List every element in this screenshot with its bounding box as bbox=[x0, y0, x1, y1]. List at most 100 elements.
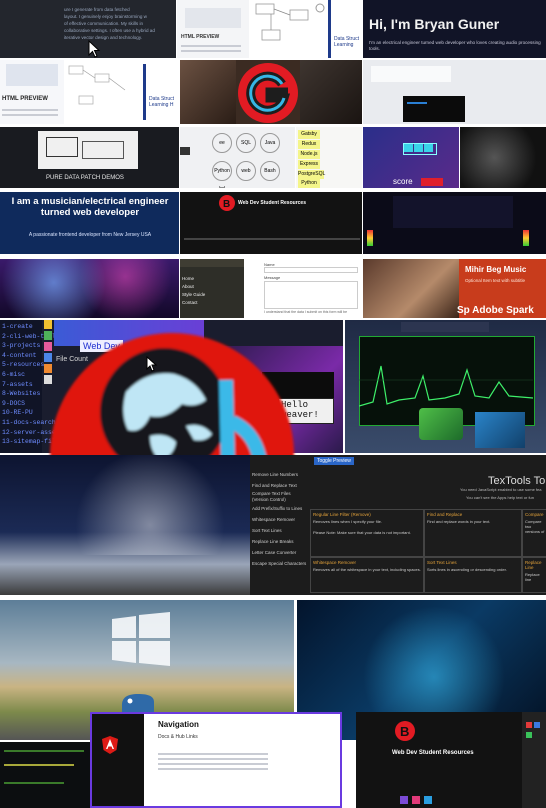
skill-circle: ee bbox=[212, 133, 232, 153]
thumb-dark-arcade[interactable] bbox=[363, 192, 546, 254]
svg-text:B: B bbox=[400, 724, 409, 739]
bryan-title: Hi, I'm Bryan Guner bbox=[369, 16, 500, 32]
thumb-dark-app[interactable] bbox=[363, 60, 546, 124]
tool-card-body: Replace line bbox=[525, 572, 540, 582]
menu-link: Style Guide bbox=[182, 292, 206, 297]
angular-logo-icon bbox=[102, 736, 118, 754]
b-logo-icon: B bbox=[219, 195, 235, 211]
thumb-musician-hero[interactable]: I am a musician/electrical engineer turn… bbox=[0, 192, 179, 254]
tool-card[interactable]: Sort Text Lines Sorts lines in ascending… bbox=[424, 557, 522, 593]
web-dev-title: Web Dev Student Resources bbox=[238, 200, 306, 206]
thumb-portfolio-description[interactable]: ure I generate from data fetched layout.… bbox=[0, 0, 176, 58]
texttools-menu-item[interactable]: Letter Case Converter bbox=[252, 547, 308, 558]
thumb-photo-collage-logo[interactable] bbox=[180, 60, 362, 124]
tool-card[interactable]: Replace Line Replace line bbox=[522, 557, 546, 593]
web-dev-title: Web Dev Student Resources bbox=[392, 750, 474, 756]
texttools-menu-item[interactable]: Compare Text Files (Version Control) bbox=[252, 491, 308, 503]
mihir-title: Mihir Beg Music bbox=[465, 265, 527, 274]
score-label: score bbox=[393, 177, 413, 186]
pure-data-caption: PURE DATA PATCH DEMOS bbox=[46, 175, 124, 181]
texttools-menu-item[interactable]: Replace Line Breaks bbox=[252, 536, 308, 547]
texttools-notice: You can't see the Apps help text or fun bbox=[466, 495, 534, 500]
tech-tag: Python bbox=[298, 179, 320, 188]
tab-toggle-preview[interactable]: Toggle Preview bbox=[314, 457, 354, 465]
b-logo-icon: B bbox=[395, 721, 415, 741]
thumb-data-structures-page[interactable]: Data Struct Learning H bbox=[65, 60, 179, 124]
thumb-concert[interactable] bbox=[0, 259, 179, 318]
navigation-title: Navigation bbox=[158, 720, 199, 729]
thumb-navigation-doc[interactable]: Navigation Docs & Hub Links bbox=[90, 712, 342, 808]
skill-circle: Python hd bbox=[212, 161, 232, 188]
thumb-line-chart[interactable] bbox=[345, 320, 546, 453]
thumb-terminal-dark[interactable] bbox=[0, 742, 90, 808]
thumb-html-preview[interactable]: HTML PREVIEW bbox=[0, 60, 64, 124]
tool-card-title: Replace Line bbox=[525, 560, 542, 570]
data-structures-label: Data Struct Learning H bbox=[149, 96, 175, 108]
texttools-menu-item[interactable]: Remove Line Numbers bbox=[252, 469, 308, 480]
thumb-score-game[interactable]: score bbox=[363, 127, 459, 188]
tool-card[interactable]: Whitespace Remover Removes all of the wh… bbox=[310, 557, 424, 593]
form-label: Message bbox=[264, 275, 281, 280]
description-line: collaborative settings. I often use a hy… bbox=[64, 28, 155, 33]
thumb-web-dev-resources-page[interactable]: B Web Dev Student Resources bbox=[356, 712, 522, 808]
binary-digits bbox=[447, 606, 455, 617]
tool-card-note: Please Note: Make sure that your data is… bbox=[313, 530, 411, 535]
tool-card-title: Compare bbox=[525, 512, 544, 517]
skill-circle: SQL bbox=[236, 133, 256, 153]
diagram-graphic bbox=[68, 65, 126, 105]
description-line: iterative vector design and technology. bbox=[64, 35, 143, 40]
thumb-mihir-beg-music[interactable]: Mihir Beg Music Optional Item text with … bbox=[363, 259, 546, 318]
description-line: ure I generate from data fetched bbox=[64, 7, 130, 12]
html-preview-title: HTML PREVIEW bbox=[2, 96, 48, 102]
thumb-night-road[interactable] bbox=[0, 455, 250, 595]
thumb-texttools[interactable]: Toggle Preview TexTools To You need Java… bbox=[250, 455, 546, 595]
thumb-diagram-data-structures[interactable]: Data Struct Learning bbox=[250, 0, 362, 58]
tool-card[interactable]: Find and Replace Find and replace words … bbox=[424, 509, 522, 557]
texttools-menu-item[interactable]: Escape Special Characters bbox=[252, 558, 308, 569]
tech-tag: Gatsby bbox=[298, 130, 320, 139]
thumb-web-dev-resources[interactable]: B Web Dev Student Resources bbox=[180, 192, 362, 254]
texttools-menu-item[interactable]: Whitespace Remover bbox=[252, 514, 308, 525]
tool-card-title: Sort Text Lines bbox=[427, 560, 457, 565]
texttools-menu-item[interactable]: Sort Text Lines bbox=[252, 525, 308, 536]
texttools-notice: You need JavaScript enabled to use some … bbox=[460, 487, 542, 492]
html-preview-label: HTML PREVIEW bbox=[181, 34, 220, 40]
menu-link: Home bbox=[182, 276, 195, 281]
tech-tag: Express bbox=[298, 160, 320, 169]
thumb-color-swatches[interactable] bbox=[522, 712, 546, 808]
thumb-pure-data-patch[interactable]: PURE DATA PATCH DEMOS bbox=[0, 127, 179, 188]
tech-tag: Node.js bbox=[298, 150, 320, 159]
form-note: I understand that the data I submit on t… bbox=[264, 310, 348, 314]
tool-card-title: Whitespace Remover bbox=[313, 560, 357, 565]
tech-tag: Redux bbox=[298, 140, 320, 149]
thumb-galaxy[interactable] bbox=[460, 127, 546, 188]
thumb-bryan-guner-hero[interactable]: Hi, I'm Bryan Guner I'm an electrical en… bbox=[363, 0, 546, 58]
g-logo-icon bbox=[238, 63, 298, 123]
skill-circle: web bbox=[236, 161, 256, 181]
tool-card[interactable]: Regular Line Filter (Remove) Removes lin… bbox=[310, 509, 424, 557]
description-line: layout. I genuinely enjoy brainstorming … bbox=[64, 14, 147, 19]
tech-tag: PostgreSQL bbox=[298, 170, 326, 179]
adobe-spark-label: Sp Adobe Spark bbox=[457, 305, 534, 316]
tool-card-title: Find and Replace bbox=[427, 512, 463, 517]
thumb-menu-page[interactable]: Home About Style Guide Contact bbox=[180, 259, 244, 318]
thumb-html-preview-small[interactable]: HTML PREVIEW bbox=[177, 0, 249, 58]
thumb-contact-form[interactable]: Name Message I understand that the data … bbox=[246, 259, 362, 318]
texttools-title: TexTools To bbox=[488, 475, 546, 487]
bryan-subtitle: I'm an electrical engineer turned web de… bbox=[369, 40, 541, 51]
svg-text:B: B bbox=[223, 199, 230, 210]
mihir-subtitle: Optional Item text with subtitle bbox=[465, 278, 526, 283]
skill-circle: Java bbox=[260, 133, 280, 153]
skill-circle: Bash bbox=[260, 161, 280, 181]
texttools-menu-item[interactable]: Add Prefix/Suffix to Lines bbox=[252, 503, 308, 514]
tool-card-body: Find and replace words in your text. bbox=[427, 519, 491, 524]
thumb-tech-tags[interactable]: Gatsby Redux Node.js Express PostgreSQL … bbox=[296, 127, 362, 188]
thumb-skill-circles[interactable]: ee SQL Java Python hd web Bash bbox=[180, 127, 295, 188]
description-line: of effective communication. My skills in bbox=[64, 21, 144, 26]
tool-card[interactable]: Compare Compare two versions of bbox=[522, 509, 546, 557]
musician-title: I am a musician/electrical engineer turn… bbox=[11, 196, 169, 218]
tool-card-title: Regular Line Filter (Remove) bbox=[313, 512, 371, 517]
texttools-menu-item[interactable]: Find and Replace Text bbox=[252, 480, 308, 491]
musician-subtitle: A passionate frontend developer from New… bbox=[28, 232, 152, 238]
mouse-cursor-icon bbox=[146, 356, 158, 372]
